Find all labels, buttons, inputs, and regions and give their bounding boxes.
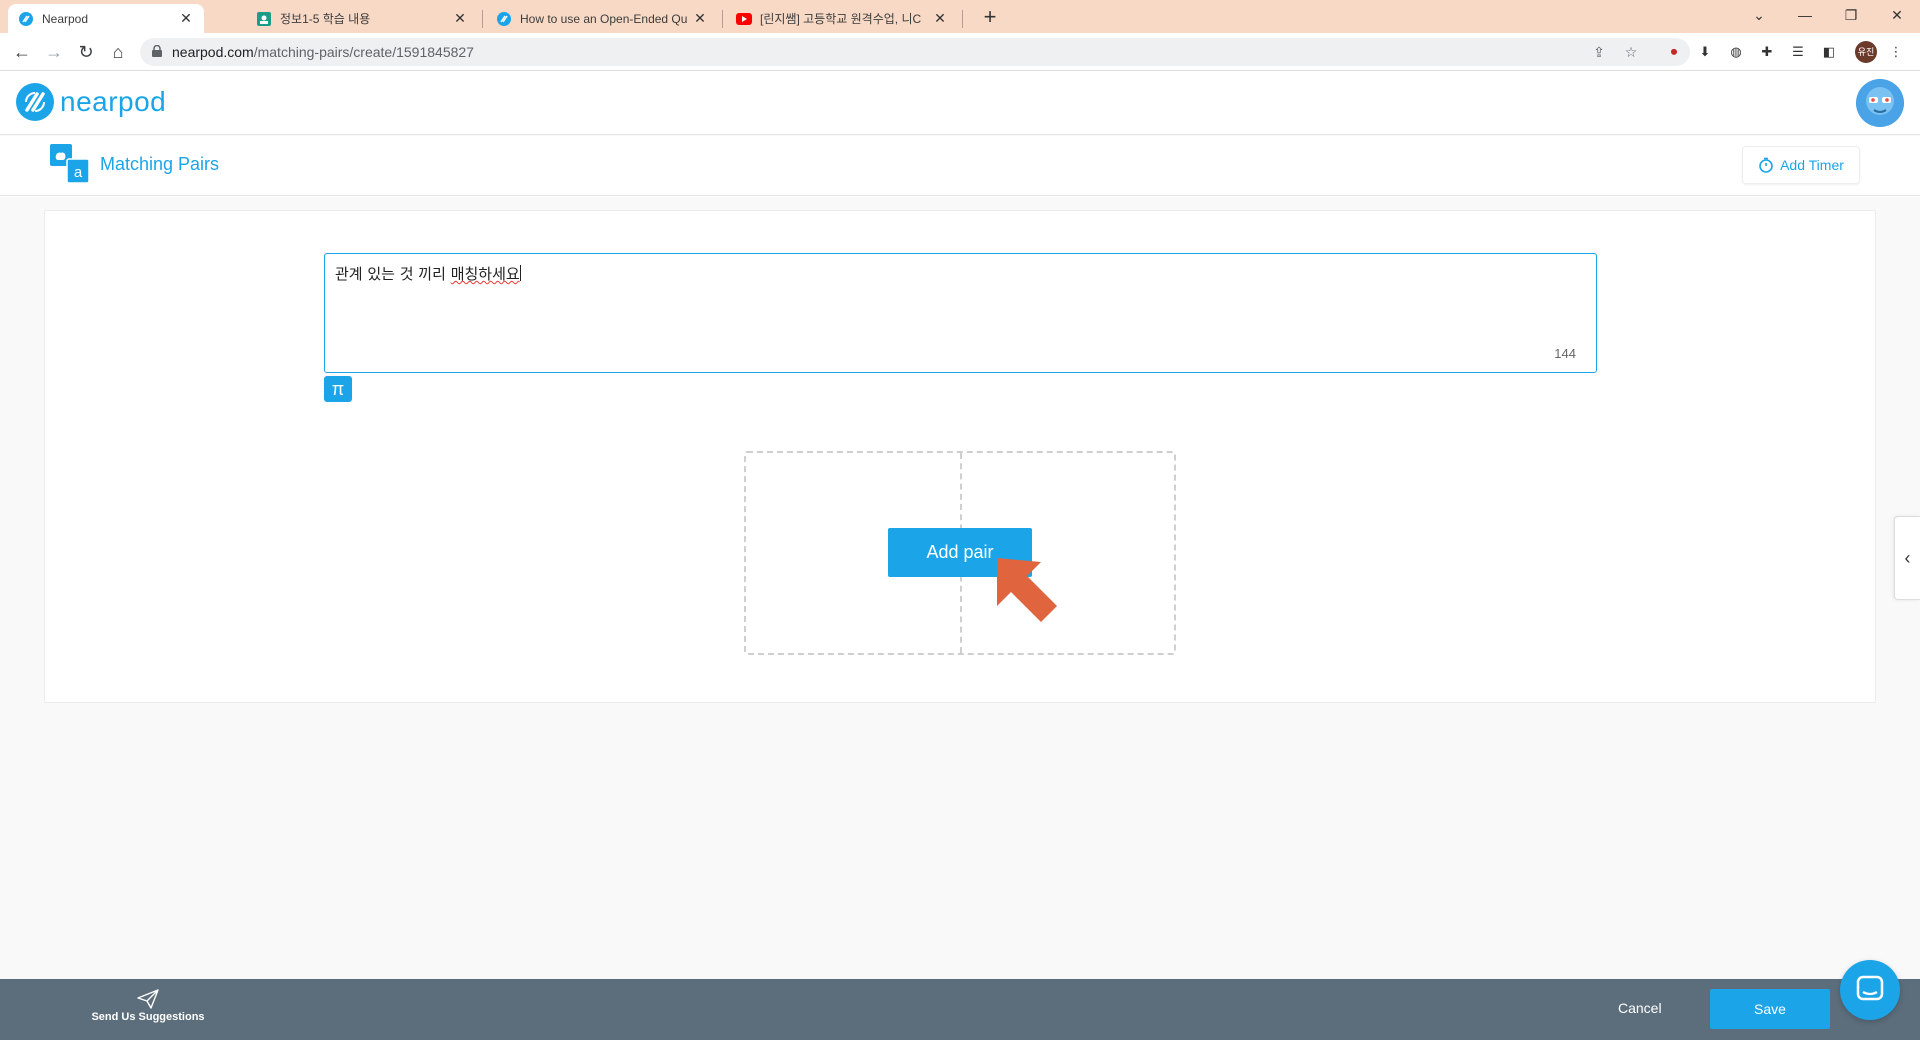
extension-record-icon[interactable]: ⏺ <box>1664 42 1684 62</box>
user-avatar[interactable] <box>1856 79 1904 127</box>
tab-separator <box>482 10 483 28</box>
tab-title: How to use an Open-Ended Qu <box>520 11 688 26</box>
youtube-favicon-icon <box>736 11 752 27</box>
stopwatch-icon <box>1759 157 1773 173</box>
url-host: nearpod.com <box>172 44 254 60</box>
chat-bubble-icon <box>1856 975 1884 1001</box>
paper-plane-icon <box>137 989 159 1009</box>
close-tab-icon[interactable]: ✕ <box>178 10 194 27</box>
question-text-misspelled: 매칭하세요 <box>450 265 520 283</box>
home-icon[interactable]: ⌂ <box>106 41 130 65</box>
extension-download-icon[interactable]: ⬇ <box>1695 42 1715 62</box>
minimize-icon[interactable]: — <box>1782 4 1828 28</box>
character-count: 144 <box>1554 346 1576 361</box>
question-text-plain: 관계 있는 것 끼리 <box>335 265 451 283</box>
add-timer-button[interactable]: Add Timer <box>1742 146 1860 184</box>
pointer-arrow-icon <box>997 558 1057 622</box>
add-timer-label: Add Timer <box>1780 157 1844 173</box>
send-suggestions-button[interactable]: Send Us Suggestions <box>88 989 208 1023</box>
math-editor-button[interactable]: π <box>324 376 352 402</box>
editor-footer: Send Us Suggestions Cancel Save <box>0 979 1920 1040</box>
close-window-icon[interactable]: ✕ <box>1874 4 1920 28</box>
side-panel-icon[interactable]: ◧ <box>1819 42 1839 62</box>
url-path: /matching-pairs/create/1591845827 <box>253 44 474 60</box>
share-icon[interactable]: ⇪ <box>1590 44 1608 62</box>
nearpod-favicon-icon <box>18 11 34 27</box>
nearpod-header: nearpod <box>0 71 1920 135</box>
tab-youtube[interactable]: [린지쌤] 고등학교 원격수업, 니C ✕ <box>726 4 958 33</box>
forward-arrow-icon[interactable]: → <box>42 41 66 65</box>
send-suggestions-label: Send Us Suggestions <box>91 1011 205 1023</box>
nearpod-logo[interactable]: nearpod <box>16 83 166 121</box>
tab-separator <box>722 10 723 28</box>
close-tab-icon[interactable]: ✕ <box>452 10 468 27</box>
tab-title: Nearpod <box>42 11 89 26</box>
tab-title: [린지쌤] 고등학교 원격수업, 니C <box>760 12 922 26</box>
nearpod-favicon-icon <box>496 11 512 27</box>
lock-icon <box>152 45 162 57</box>
browser-tab-strip: Nearpod ✕ 정보1-5 학습 내용 ✕ How to use an Op… <box>0 0 1920 33</box>
reload-icon[interactable]: ↻ <box>74 41 98 65</box>
restore-icon[interactable]: ❐ <box>1828 4 1874 28</box>
browser-profile-avatar[interactable]: 유진 <box>1855 41 1877 63</box>
address-bar[interactable]: nearpod.com/matching-pairs/create/159184… <box>140 38 1690 66</box>
activity-header: a Matching Pairs Add Timer <box>0 136 1920 196</box>
close-tab-icon[interactable]: ✕ <box>692 10 708 27</box>
back-arrow-icon[interactable]: ← <box>10 41 34 65</box>
tab-classroom[interactable]: 정보1-5 학습 내용 ✕ <box>246 4 478 33</box>
close-tab-icon[interactable]: ✕ <box>932 10 948 27</box>
tab-title: 정보1-5 학습 내용 <box>280 12 371 26</box>
reading-list-icon[interactable]: ☰ <box>1788 42 1808 62</box>
browser-menu-icon[interactable]: ⋮ <box>1886 42 1906 62</box>
tab-separator <box>962 10 963 28</box>
tab-search-icon[interactable]: ⌄ <box>1736 4 1782 28</box>
question-input[interactable]: 관계 있는 것 끼리 매칭하세요 144 <box>324 253 1597 373</box>
save-button[interactable]: Save <box>1710 989 1830 1029</box>
extensions-puzzle-icon[interactable]: ✚ <box>1757 42 1777 62</box>
svg-text:a: a <box>74 164 83 181</box>
question-text: 관계 있는 것 끼리 매칭하세요 <box>335 263 521 284</box>
activity-title: Matching Pairs <box>100 154 220 174</box>
bookmark-star-icon[interactable]: ☆ <box>1622 44 1640 62</box>
nearpod-wordmark: nearpod <box>60 86 167 117</box>
browser-toolbar: ← → ↻ ⌂ nearpod.com/matching-pairs/creat… <box>0 33 1920 71</box>
new-tab-button[interactable]: + <box>978 6 1002 30</box>
text-cursor <box>519 265 521 281</box>
cancel-button[interactable]: Cancel <box>1618 1000 1662 1016</box>
tab-nearpod[interactable]: Nearpod ✕ <box>8 4 204 33</box>
chat-support-button[interactable] <box>1840 960 1900 1020</box>
collapse-panel-chevron-icon[interactable]: ‹ <box>1894 516 1920 600</box>
nearpod-logo-icon <box>16 83 54 121</box>
extension-aperture-icon[interactable]: ◍ <box>1726 42 1746 62</box>
matching-pairs-icon: a <box>50 144 90 184</box>
tab-open-ended[interactable]: How to use an Open-Ended Qu ✕ <box>486 4 718 33</box>
classroom-favicon-icon <box>256 11 272 27</box>
